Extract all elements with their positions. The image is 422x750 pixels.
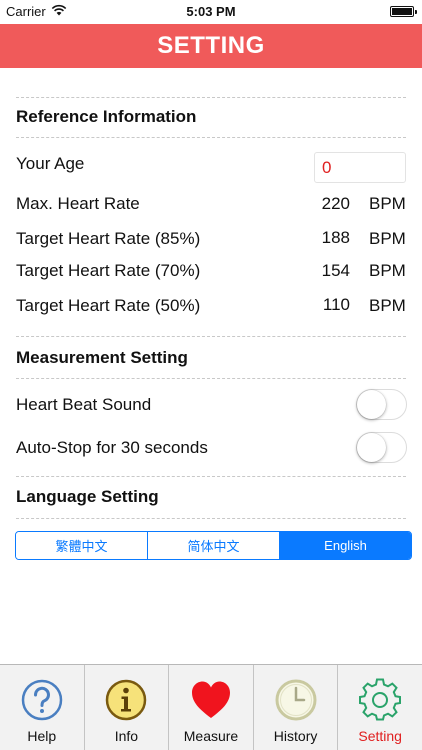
language-section-title: Language Setting xyxy=(16,487,159,506)
status-bar: Carrier 5:03 PM xyxy=(0,0,422,24)
settings-content: Reference Information Your Age Max. Hear… xyxy=(0,68,422,664)
target-85-unit: BPM xyxy=(369,229,406,248)
target-70-value: 154 xyxy=(321,261,350,280)
tab-measure[interactable]: Measure xyxy=(169,665,254,750)
age-input[interactable] xyxy=(314,152,406,183)
battery-icon xyxy=(390,6,417,17)
clock-icon xyxy=(275,679,317,721)
target-50-label: Target Heart Rate (50%) xyxy=(16,296,201,315)
target-70-label: Target Heart Rate (70%) xyxy=(16,261,201,280)
tab-info-label: Info xyxy=(114,728,139,744)
measurement-section-title: Measurement Setting xyxy=(16,348,188,367)
status-time: 5:03 PM xyxy=(186,4,236,19)
tab-history[interactable]: History xyxy=(254,665,339,750)
target-85-value: 188 xyxy=(321,228,350,247)
tab-history-label: History xyxy=(273,728,318,744)
max-heart-rate-unit: BPM xyxy=(369,194,406,213)
gear-icon xyxy=(359,678,402,721)
language-option-traditional-chinese[interactable]: 繁體中文 xyxy=(16,532,148,559)
divider xyxy=(16,137,406,138)
max-heart-rate-label: Max. Heart Rate xyxy=(16,194,140,213)
nav-header: SETTING xyxy=(0,24,422,68)
max-heart-rate-value: 220 xyxy=(321,194,350,213)
divider xyxy=(16,518,406,519)
reference-section-title: Reference Information xyxy=(16,107,197,126)
language-option-english[interactable]: English xyxy=(280,532,411,559)
tab-help-label: Help xyxy=(27,728,57,744)
language-segmented-control: 繁體中文 简体中文 English xyxy=(15,531,412,560)
tab-measure-label: Measure xyxy=(183,728,239,744)
divider xyxy=(16,476,406,477)
divider xyxy=(16,97,406,98)
tab-info[interactable]: Info xyxy=(85,665,170,750)
divider xyxy=(16,336,406,337)
toggle-knob xyxy=(357,433,386,462)
auto-stop-label: Auto-Stop for 30 seconds xyxy=(16,438,208,457)
tab-setting-label: Setting xyxy=(358,728,402,744)
toggle-knob xyxy=(357,390,386,419)
help-question-icon xyxy=(21,679,63,721)
heart-beat-sound-toggle[interactable] xyxy=(356,389,407,420)
tab-help[interactable]: Help xyxy=(0,665,85,750)
tab-setting[interactable]: Setting xyxy=(338,665,422,750)
page-title: SETTING xyxy=(157,32,265,59)
info-icon xyxy=(106,679,147,721)
tab-bar: Help Info Measure History Setting xyxy=(0,664,422,750)
age-label: Your Age xyxy=(16,154,85,173)
heart-icon xyxy=(191,681,230,718)
target-50-unit: BPM xyxy=(369,296,406,315)
target-70-unit: BPM xyxy=(369,261,406,280)
divider xyxy=(16,378,406,379)
heart-beat-sound-label: Heart Beat Sound xyxy=(16,395,152,414)
target-50-value: 110 xyxy=(322,295,350,314)
target-85-label: Target Heart Rate (85%) xyxy=(16,229,201,248)
auto-stop-toggle[interactable] xyxy=(356,432,407,463)
language-option-simplified-chinese[interactable]: 简体中文 xyxy=(148,532,280,559)
